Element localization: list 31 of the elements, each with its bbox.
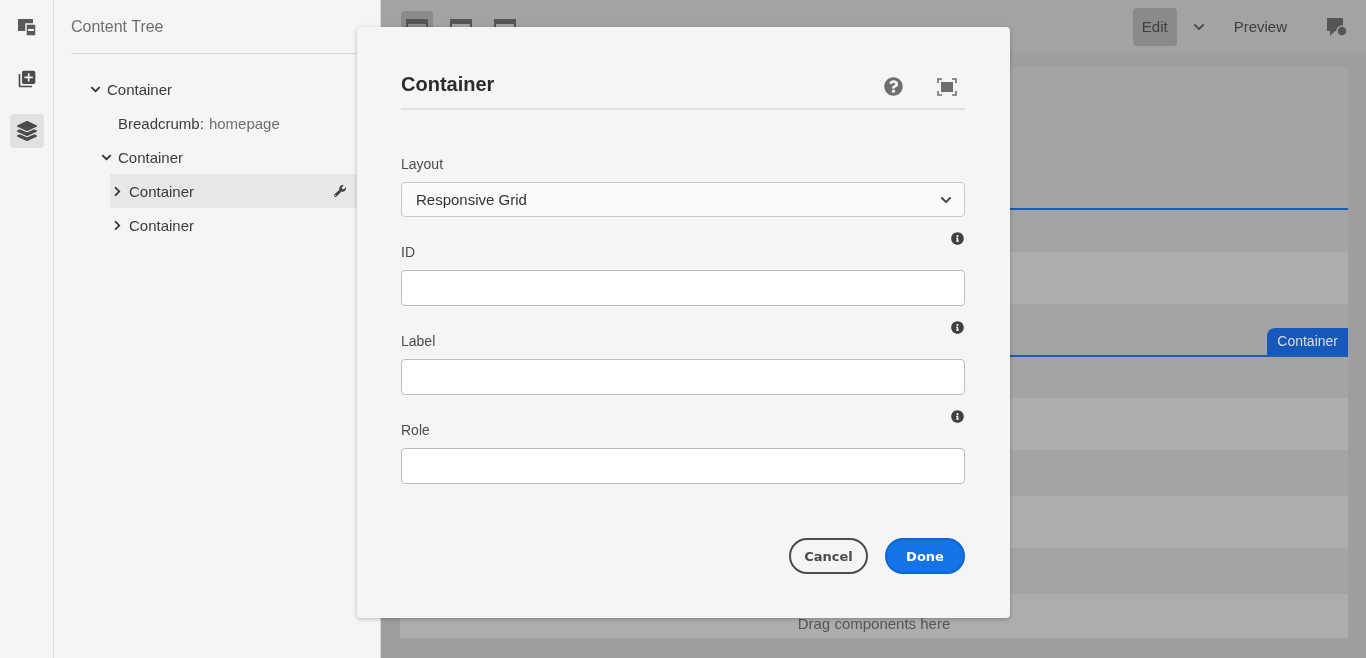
field-label: Role bbox=[401, 422, 431, 438]
layers-icon[interactable] bbox=[9, 114, 44, 148]
done-button[interactable]: Done bbox=[885, 538, 965, 574]
tree-item-detail: homepage bbox=[208, 114, 280, 132]
tree-item-label: Breadcrumb: bbox=[118, 114, 204, 132]
text-field[interactable] bbox=[401, 270, 965, 306]
info-icon[interactable] bbox=[951, 410, 964, 424]
annotation-icon[interactable] bbox=[1326, 16, 1348, 37]
dialog-title: Container bbox=[401, 73, 496, 96]
cancel-button[interactable]: Cancel bbox=[789, 538, 868, 574]
tree-item[interactable]: Container bbox=[110, 208, 380, 242]
component-label[interactable]: Container bbox=[1267, 328, 1348, 355]
fullscreen-icon[interactable] bbox=[937, 78, 957, 96]
wrench-icon[interactable] bbox=[334, 185, 346, 197]
preview-button[interactable]: Preview bbox=[1224, 7, 1296, 46]
text-field[interactable] bbox=[401, 359, 965, 395]
info-icon[interactable] bbox=[951, 232, 964, 246]
tree-item-label: Container bbox=[129, 216, 195, 234]
drop-zone-text: Drag components here bbox=[797, 615, 951, 632]
tree-item-label: Container bbox=[107, 80, 173, 98]
tree-item-label: Container bbox=[129, 182, 195, 200]
tree-item[interactable]: Container bbox=[88, 72, 380, 106]
tree-item[interactable]: Container bbox=[99, 140, 380, 174]
info-icon[interactable] bbox=[951, 321, 964, 335]
layout-select[interactable]: Responsive Grid bbox=[401, 182, 965, 217]
tree-item-label: Container bbox=[118, 148, 184, 166]
field-label: ID bbox=[401, 244, 416, 260]
field-label: Layout bbox=[401, 156, 445, 172]
field-label: Label bbox=[401, 333, 437, 349]
help-icon[interactable] bbox=[884, 77, 903, 96]
text-field[interactable] bbox=[401, 448, 965, 484]
